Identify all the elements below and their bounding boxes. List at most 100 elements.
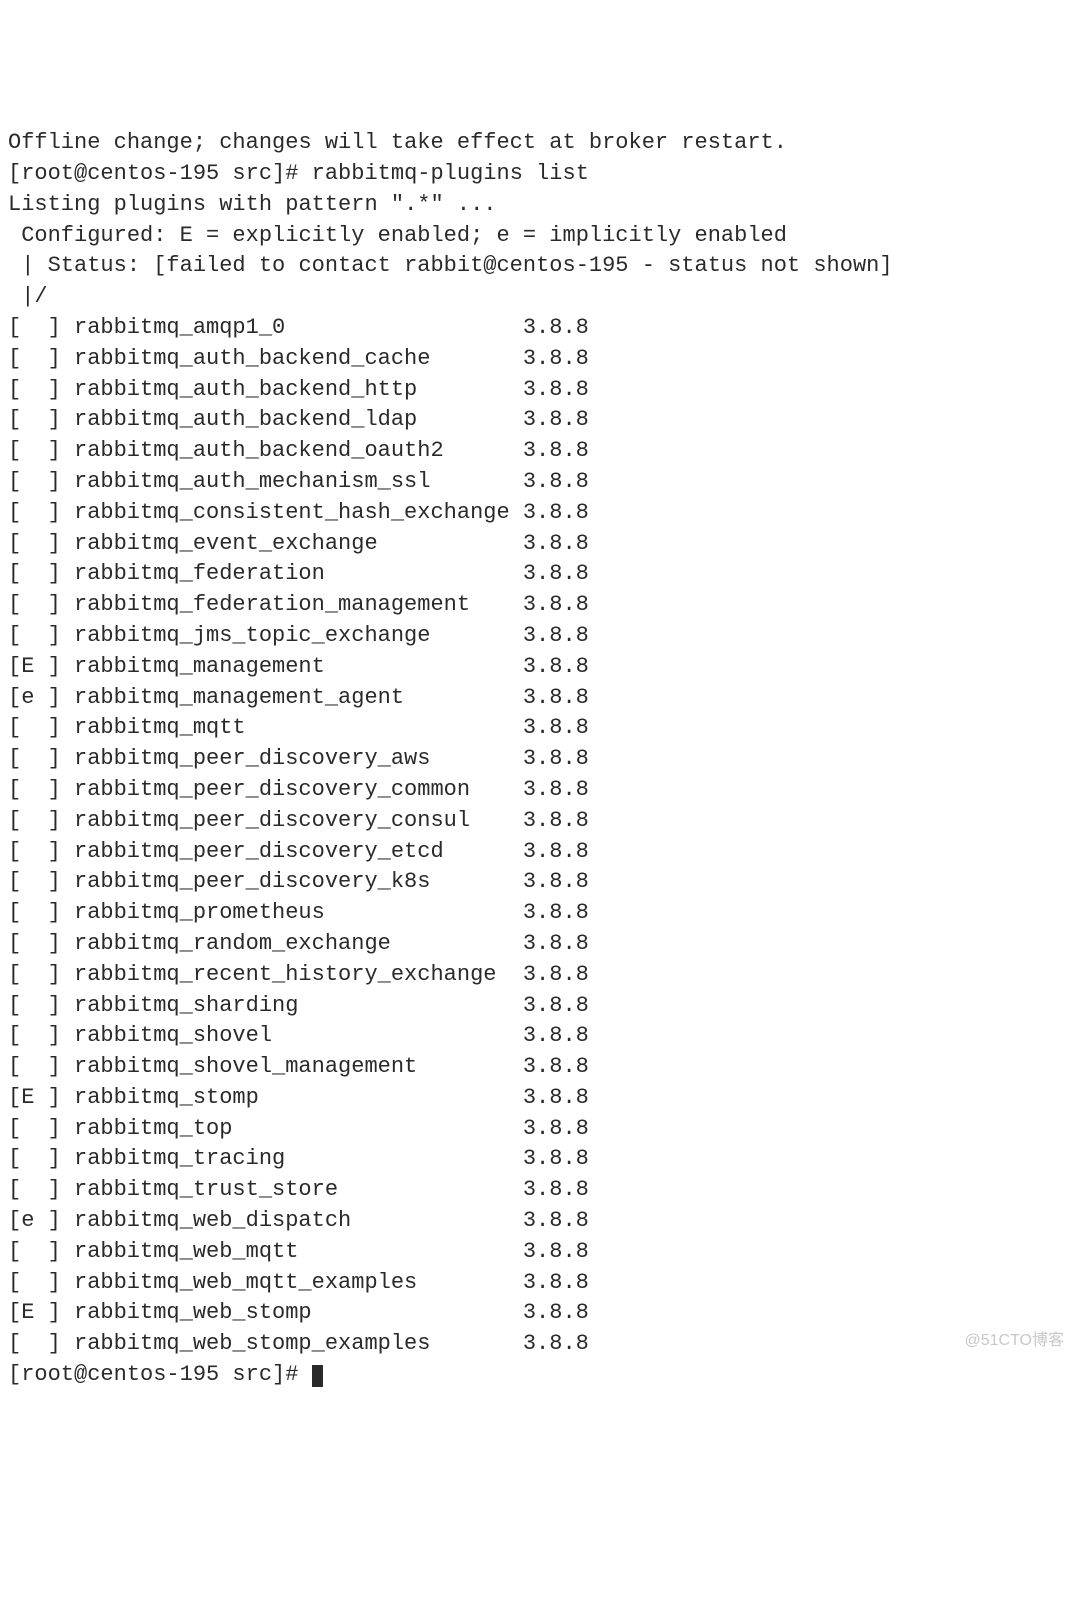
plugin-name: rabbitmq_random_exchange bbox=[74, 929, 523, 960]
plugin-status: [E ] bbox=[8, 1083, 61, 1114]
plugin-version: 3.8.8 bbox=[523, 405, 589, 436]
plugin-row: [ ] rabbitmq_trust_store3.8.8 bbox=[8, 1175, 1070, 1206]
plugin-name: rabbitmq_web_stomp_examples bbox=[74, 1329, 523, 1360]
plugin-row: [ ] rabbitmq_web_mqtt3.8.8 bbox=[8, 1237, 1070, 1268]
plugin-name: rabbitmq_peer_discovery_k8s bbox=[74, 867, 523, 898]
plugin-name: rabbitmq_recent_history_exchange bbox=[74, 960, 523, 991]
plugin-version: 3.8.8 bbox=[523, 313, 589, 344]
plugin-status: [ ] bbox=[8, 837, 61, 868]
plugin-name: rabbitmq_auth_backend_http bbox=[74, 375, 523, 406]
watermark: @51CTO博客 bbox=[964, 1330, 1064, 1352]
shell-prompt: [root@centos-195 src]# bbox=[8, 1362, 312, 1387]
plugin-status: [ ] bbox=[8, 1052, 61, 1083]
plugin-row: [ ] rabbitmq_top3.8.8 bbox=[8, 1114, 1070, 1145]
plugin-version: 3.8.8 bbox=[523, 1114, 589, 1145]
plugin-status: [ ] bbox=[8, 806, 61, 837]
plugin-name: rabbitmq_auth_backend_cache bbox=[74, 344, 523, 375]
command-line-2[interactable]: [root@centos-195 src]# bbox=[8, 1360, 1070, 1391]
plugin-name: rabbitmq_auth_mechanism_ssl bbox=[74, 467, 523, 498]
plugin-row: [ ] rabbitmq_federation3.8.8 bbox=[8, 559, 1070, 590]
plugin-version: 3.8.8 bbox=[523, 744, 589, 775]
plugin-status: [e ] bbox=[8, 1206, 61, 1237]
plugin-version: 3.8.8 bbox=[523, 837, 589, 868]
plugin-row: [ ] rabbitmq_recent_history_exchange3.8.… bbox=[8, 960, 1070, 991]
plugin-name: rabbitmq_shovel bbox=[74, 1021, 523, 1052]
plugin-row: [ ] rabbitmq_sharding3.8.8 bbox=[8, 991, 1070, 1022]
plugin-status: [ ] bbox=[8, 590, 61, 621]
plugin-status: [ ] bbox=[8, 775, 61, 806]
plugin-version: 3.8.8 bbox=[523, 775, 589, 806]
plugin-row: [ ] rabbitmq_peer_discovery_common3.8.8 bbox=[8, 775, 1070, 806]
plugin-version: 3.8.8 bbox=[523, 1206, 589, 1237]
plugin-name: rabbitmq_peer_discovery_consul bbox=[74, 806, 523, 837]
listing-output: Listing plugins with pattern ".*" ... bbox=[8, 190, 1070, 221]
plugin-row: [ ] rabbitmq_shovel_management3.8.8 bbox=[8, 1052, 1070, 1083]
plugin-status: [ ] bbox=[8, 375, 61, 406]
plugin-row: [ ] rabbitmq_web_mqtt_examples3.8.8 bbox=[8, 1268, 1070, 1299]
cursor-icon bbox=[312, 1365, 323, 1387]
plugin-status: [ ] bbox=[8, 1268, 61, 1299]
plugin-status: [ ] bbox=[8, 1021, 61, 1052]
plugin-status: [ ] bbox=[8, 1144, 61, 1175]
plugin-row: [ ] rabbitmq_web_stomp_examples3.8.8 bbox=[8, 1329, 1070, 1360]
plugin-row: [E ] rabbitmq_stomp3.8.8 bbox=[8, 1083, 1070, 1114]
partial-output-line: Offline change; changes will take effect… bbox=[8, 128, 1070, 159]
plugin-version: 3.8.8 bbox=[523, 467, 589, 498]
plugin-version: 3.8.8 bbox=[523, 1298, 589, 1329]
plugin-name: rabbitmq_amqp1_0 bbox=[74, 313, 523, 344]
plugin-name: rabbitmq_web_mqtt bbox=[74, 1237, 523, 1268]
plugin-status: [ ] bbox=[8, 713, 61, 744]
plugin-name: rabbitmq_top bbox=[74, 1114, 523, 1145]
plugin-name: rabbitmq_auth_backend_oauth2 bbox=[74, 436, 523, 467]
configured-legend: Configured: E = explicitly enabled; e = … bbox=[8, 221, 1070, 252]
plugin-version: 3.8.8 bbox=[523, 960, 589, 991]
plugin-version: 3.8.8 bbox=[523, 529, 589, 560]
plugin-version: 3.8.8 bbox=[523, 652, 589, 683]
plugin-row: [ ] rabbitmq_peer_discovery_k8s3.8.8 bbox=[8, 867, 1070, 898]
plugin-name: rabbitmq_mqtt bbox=[74, 713, 523, 744]
plugin-name: rabbitmq_federation_management bbox=[74, 590, 523, 621]
plugin-row: [ ] rabbitmq_prometheus3.8.8 bbox=[8, 898, 1070, 929]
plugin-status: [ ] bbox=[8, 744, 61, 775]
plugin-status: [ ] bbox=[8, 529, 61, 560]
plugin-row: [e ] rabbitmq_management_agent3.8.8 bbox=[8, 683, 1070, 714]
plugin-status: [ ] bbox=[8, 467, 61, 498]
plugin-row: [E ] rabbitmq_web_stomp3.8.8 bbox=[8, 1298, 1070, 1329]
plugin-name: rabbitmq_peer_discovery_common bbox=[74, 775, 523, 806]
plugin-name: rabbitmq_tracing bbox=[74, 1144, 523, 1175]
plugin-status: [ ] bbox=[8, 1329, 61, 1360]
plugin-name: rabbitmq_prometheus bbox=[74, 898, 523, 929]
command-line[interactable]: [root@centos-195 src]# rabbitmq-plugins … bbox=[8, 159, 1070, 190]
plugin-version: 3.8.8 bbox=[523, 1175, 589, 1206]
plugin-status: [ ] bbox=[8, 929, 61, 960]
plugin-status: [ ] bbox=[8, 405, 61, 436]
plugin-status: [ ] bbox=[8, 498, 61, 529]
tree-legend: |/ bbox=[8, 282, 1070, 313]
plugin-status: [ ] bbox=[8, 898, 61, 929]
plugin-status: [ ] bbox=[8, 1237, 61, 1268]
plugin-status: [ ] bbox=[8, 621, 61, 652]
status-legend: | Status: [failed to contact rabbit@cent… bbox=[8, 251, 1070, 282]
plugin-version: 3.8.8 bbox=[523, 1083, 589, 1114]
plugin-status: [ ] bbox=[8, 867, 61, 898]
plugin-version: 3.8.8 bbox=[523, 1144, 589, 1175]
plugin-version: 3.8.8 bbox=[523, 436, 589, 467]
plugin-name: rabbitmq_web_mqtt_examples bbox=[74, 1268, 523, 1299]
plugin-version: 3.8.8 bbox=[523, 806, 589, 837]
plugin-row: [ ] rabbitmq_event_exchange3.8.8 bbox=[8, 529, 1070, 560]
plugin-list: [ ] rabbitmq_amqp1_03.8.8[ ] rabbitmq_au… bbox=[8, 313, 1070, 1360]
plugin-status: [ ] bbox=[8, 313, 61, 344]
plugin-row: [ ] rabbitmq_auth_backend_oauth23.8.8 bbox=[8, 436, 1070, 467]
plugin-name: rabbitmq_web_stomp bbox=[74, 1298, 523, 1329]
plugin-row: [ ] rabbitmq_jms_topic_exchange3.8.8 bbox=[8, 621, 1070, 652]
plugin-row: [ ] rabbitmq_peer_discovery_aws3.8.8 bbox=[8, 744, 1070, 775]
plugin-row: [ ] rabbitmq_random_exchange3.8.8 bbox=[8, 929, 1070, 960]
plugin-name: rabbitmq_event_exchange bbox=[74, 529, 523, 560]
plugin-row: [E ] rabbitmq_management3.8.8 bbox=[8, 652, 1070, 683]
plugin-row: [e ] rabbitmq_web_dispatch3.8.8 bbox=[8, 1206, 1070, 1237]
plugin-version: 3.8.8 bbox=[523, 559, 589, 590]
plugin-version: 3.8.8 bbox=[523, 1237, 589, 1268]
shell-prompt: [root@centos-195 src]# bbox=[8, 161, 312, 186]
plugin-version: 3.8.8 bbox=[523, 1052, 589, 1083]
plugin-row: [ ] rabbitmq_peer_discovery_consul3.8.8 bbox=[8, 806, 1070, 837]
